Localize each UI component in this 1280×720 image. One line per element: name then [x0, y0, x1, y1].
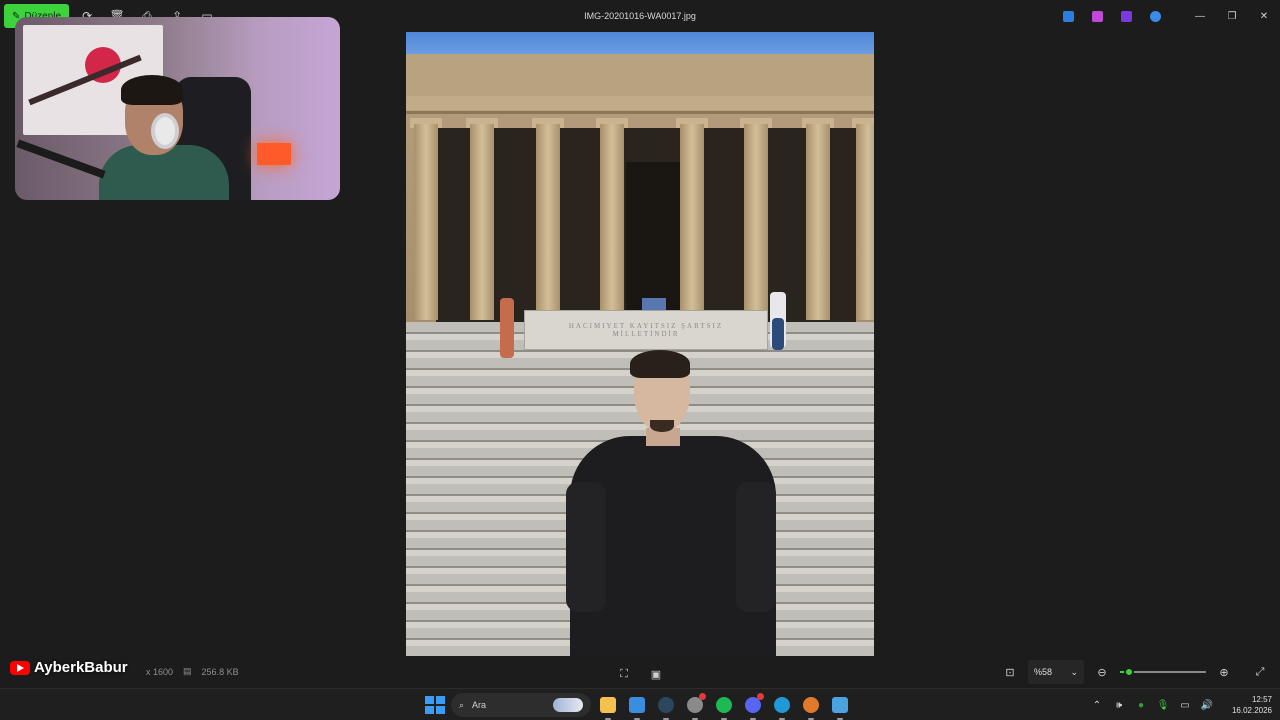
- system-tray: ⌃ 🕪 ● 🎙 ▭ 🔊 12:57 16.02.2026: [1088, 693, 1272, 717]
- file-explorer-icon[interactable]: [596, 693, 620, 720]
- fit-view-icon[interactable]: ⛶: [612, 662, 636, 686]
- clock[interactable]: 12:57 16.02.2026: [1220, 694, 1272, 716]
- paint-icon[interactable]: [828, 693, 852, 720]
- network-icon[interactable]: ▭: [1176, 693, 1194, 717]
- file-info: x 1600 ▤ 256.8 KB: [146, 666, 239, 677]
- webcam-overlay: [15, 17, 340, 200]
- zoom-slider[interactable]: [1120, 660, 1206, 684]
- onedrive-icon[interactable]: [1141, 4, 1170, 28]
- extension-icon-2[interactable]: [1083, 4, 1112, 28]
- headset: [151, 113, 179, 149]
- discord-icon[interactable]: [741, 693, 765, 720]
- volume-icon[interactable]: 🕪: [1110, 693, 1128, 717]
- speaker-icon[interactable]: 🔊: [1198, 693, 1216, 717]
- chevron-up-icon[interactable]: ⌃: [1088, 693, 1106, 717]
- extension-icon-3[interactable]: [1112, 4, 1141, 28]
- actual-size-icon[interactable]: ▣: [644, 662, 668, 686]
- screenshot-icon[interactable]: ⊡: [998, 660, 1022, 684]
- search-highlight-icon: [553, 698, 583, 712]
- microphone-icon[interactable]: 🎙: [1154, 693, 1172, 717]
- photo-image: HACIMIYET KAYITSIZ ŞARTSIZ MİLLETİNDİR: [406, 32, 874, 656]
- zoom-in-icon[interactable]: ⊕: [1212, 660, 1236, 684]
- camera-icon[interactable]: [683, 693, 707, 720]
- extension-icon-1[interactable]: [1054, 4, 1083, 28]
- youtube-icon: [10, 660, 30, 675]
- fullscreen-icon[interactable]: ⤢: [1248, 660, 1272, 684]
- status-bar: x 1600 ▤ 256.8 KB ⛶ ▣ ⊡ %58 ⌄ ⊖ ⊕ ⤢: [0, 656, 1280, 688]
- taskbar-apps: ⌕ Ara: [422, 693, 852, 720]
- view-controls: ⛶ ▣: [612, 662, 668, 686]
- plinth-inscription: HACIMIYET KAYITSIZ ŞARTSIZ MİLLETİNDİR: [568, 322, 724, 338]
- taskbar-search[interactable]: ⌕ Ara: [451, 693, 591, 717]
- image-dimensions: x 1600: [146, 666, 174, 677]
- window-controls: — ❐ ✕: [1054, 4, 1280, 28]
- search-icon: ⌕: [459, 699, 465, 710]
- chevron-down-icon: ⌄: [1070, 666, 1078, 677]
- close-button[interactable]: ✕: [1248, 4, 1280, 28]
- restore-button[interactable]: ❐: [1216, 4, 1248, 28]
- zoom-out-icon[interactable]: ⊖: [1090, 660, 1114, 684]
- zoom-dropdown[interactable]: %58 ⌄: [1028, 660, 1084, 684]
- photo-viewer-window: ✎ Düzenle ⟳ 🗑 ⎙ ⇪ ▭ … IMG-20201016-WA001…: [0, 0, 1280, 688]
- microphone-arm: [16, 139, 106, 179]
- taskbar: ⌕ Ara ⌃ 🕪 ● 🎙 ▭ 🔊 12:57 16.02.2026: [0, 688, 1280, 720]
- channel-watermark: AyberkBabur: [10, 659, 128, 676]
- start-button[interactable]: [422, 693, 446, 717]
- nvidia-icon[interactable]: ●: [1132, 693, 1150, 717]
- steam-icon[interactable]: [654, 693, 678, 720]
- photos-icon[interactable]: [625, 693, 649, 720]
- media-player-icon[interactable]: [799, 693, 823, 720]
- edge-icon[interactable]: [770, 693, 794, 720]
- file-size-icon: ▤: [183, 666, 192, 676]
- minimize-button[interactable]: —: [1184, 4, 1216, 28]
- clock-date: 16.02.2026: [1231, 706, 1272, 715]
- file-size: 256.8 KB: [201, 666, 239, 677]
- channel-name: AyberkBabur: [34, 659, 128, 676]
- bystander-woman: [500, 298, 514, 358]
- clock-time: 12:57: [1251, 695, 1272, 704]
- spotify-icon[interactable]: [712, 693, 736, 720]
- zoom-controls: ⊡ %58 ⌄ ⊖ ⊕ ⤢: [998, 660, 1272, 684]
- zoom-slider-thumb[interactable]: [1123, 667, 1134, 677]
- zoom-value: %58: [1034, 667, 1053, 677]
- search-placeholder: Ara: [472, 700, 487, 710]
